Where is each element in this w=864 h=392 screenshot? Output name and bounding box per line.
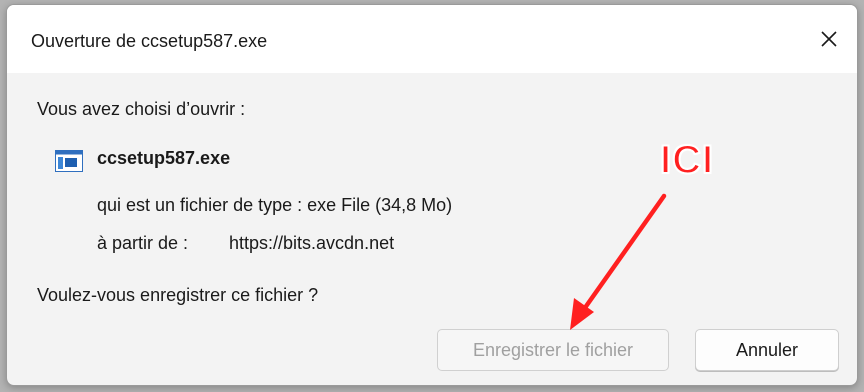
close-button[interactable] <box>801 5 857 73</box>
annotation-label: ICI <box>659 137 715 183</box>
dialog-title: Ouverture de ccsetup587.exe <box>31 31 268 51</box>
close-icon <box>821 31 837 47</box>
executable-file-icon <box>55 150 83 172</box>
download-dialog: Ouverture de ccsetup587.exe Vous avez ch… <box>6 4 858 386</box>
intro-text: Vous avez choisi d’ouvrir : <box>37 99 246 119</box>
source-label: à partir de : <box>97 233 189 253</box>
save-question: Voulez-vous enregistrer ce fichier ? <box>37 285 319 305</box>
dialog-content: Vous avez choisi d’ouvrir : ccsetup587.e… <box>7 73 857 385</box>
file-type-text: qui est un fichier de type : exe File (3… <box>97 195 453 215</box>
title-bar: Ouverture de ccsetup587.exe <box>7 5 857 73</box>
cancel-button[interactable]: Annuler <box>695 329 839 371</box>
file-name: ccsetup587.exe <box>97 148 231 168</box>
save-file-button[interactable]: Enregistrer le fichier <box>437 329 669 371</box>
source-url: https://bits.avcdn.net <box>229 233 395 253</box>
